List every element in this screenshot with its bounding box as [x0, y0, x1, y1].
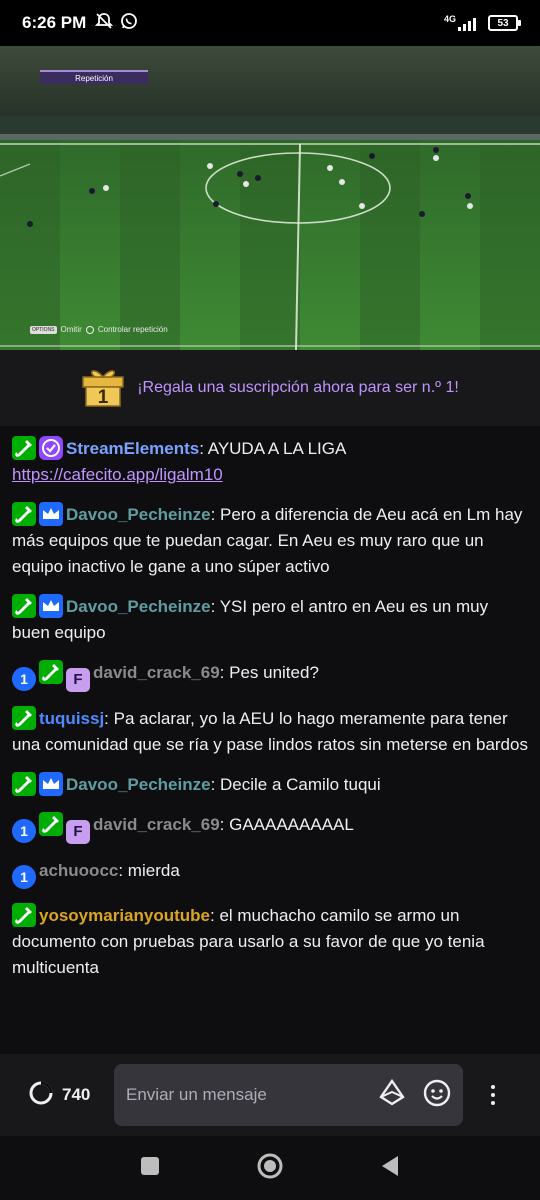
skip-label: Omitir	[60, 325, 82, 334]
options-chip: OPTIONS	[30, 325, 57, 334]
chat-list[interactable]: StreamElements: AYUDA A LA LIGA https://…	[0, 436, 540, 1054]
chat-text: : Pes united?	[219, 663, 319, 682]
chat-text: : GAAAAAAAAAL	[219, 815, 354, 834]
chat-message[interactable]: tuquissj: Pa aclarar, yo la AEU lo hago …	[12, 706, 528, 758]
crown-icon	[39, 502, 63, 526]
sub-gifter-badge-icon: 1	[12, 865, 36, 889]
gift-badge-number: 1	[98, 387, 109, 407]
sub-gifter-badge-icon: 1	[12, 819, 36, 843]
cross-button-icon	[85, 325, 94, 334]
chat-message[interactable]: Davoo_Pecheinze: Decile a Camilo tuqui	[12, 772, 528, 798]
chat-input-bar: 740	[0, 1054, 540, 1136]
mod-icon	[12, 502, 36, 526]
replay-label: Repetición	[40, 70, 148, 84]
chat-message[interactable]: 1 Fdavid_crack_69: Pes united?	[12, 660, 528, 692]
crown-icon	[39, 772, 63, 796]
video-player[interactable]: Repetición OPTIONS Omitir Controlar repe…	[0, 46, 540, 350]
mute-notifications-icon	[94, 11, 114, 36]
chat-username[interactable]: achuoocc	[39, 861, 118, 880]
whatsapp-icon	[120, 12, 138, 35]
status-bar: 6:26 PM 4G 53	[0, 0, 540, 46]
chat-message[interactable]: Davoo_Pecheinze: YSI pero el antro en Ae…	[12, 594, 528, 646]
gift-icon: 1	[81, 365, 125, 412]
chat-username[interactable]: david_crack_69	[93, 663, 220, 682]
chat-link[interactable]: https://cafecito.app/ligalm10	[12, 465, 223, 484]
signal-icon: 4G	[444, 15, 480, 31]
chat-username[interactable]: Davoo_Pecheinze	[66, 775, 211, 794]
mod-icon	[39, 660, 63, 684]
chat-text: : Decile a Camilo tuqui	[210, 775, 381, 794]
mod-icon	[12, 436, 36, 460]
chat-username[interactable]: tuquissj	[39, 709, 104, 728]
stadium-scene	[0, 46, 540, 350]
chat-username[interactable]: Davoo_Pecheinze	[66, 597, 211, 616]
gift-sub-text: ¡Regala una suscripción ahora para ser n…	[137, 379, 459, 396]
viewer-count[interactable]: 740	[28, 1080, 114, 1111]
mod-icon	[39, 812, 63, 836]
emote-icon[interactable]	[423, 1079, 451, 1112]
verified-icon	[39, 436, 63, 460]
gift-sub-banner[interactable]: 1 ¡Regala una suscripción ahora para ser…	[0, 350, 540, 426]
chat-username[interactable]: david_crack_69	[93, 815, 220, 834]
crown-icon	[39, 594, 63, 618]
chat-text: : AYUDA A LA LIGA	[199, 439, 346, 458]
battery-icon: 53	[488, 15, 521, 31]
replay-controls: OPTIONS Omitir Controlar repetición	[30, 325, 168, 334]
chat-username[interactable]: Davoo_Pecheinze	[66, 505, 211, 524]
recent-apps-button[interactable]	[140, 1156, 160, 1181]
mod-icon	[12, 772, 36, 796]
chat-username[interactable]: yosoymarianyoutube	[39, 906, 210, 925]
chat-message[interactable]: yosoymarianyoutube: el muchacho camilo s…	[12, 903, 528, 981]
chat-message[interactable]: StreamElements: AYUDA A LA LIGA https://…	[12, 436, 528, 488]
bits-icon[interactable]	[379, 1078, 405, 1112]
message-input[interactable]	[126, 1085, 356, 1105]
subscriber-badge-icon: F	[66, 668, 90, 692]
mod-icon	[12, 706, 36, 730]
status-time: 6:26 PM	[22, 13, 87, 32]
message-input-container[interactable]	[114, 1064, 463, 1126]
viewer-count-value: 740	[62, 1085, 91, 1104]
network-type: 4G	[443, 14, 456, 24]
back-button[interactable]	[380, 1155, 400, 1182]
sub-gifter-badge-icon: 1	[12, 667, 36, 691]
mod-icon	[12, 903, 36, 927]
mod-icon	[12, 594, 36, 618]
viewers-icon	[28, 1080, 54, 1111]
chat-message[interactable]: 1 achuoocc: mierda	[12, 858, 528, 889]
subscriber-badge-icon: F	[66, 820, 90, 844]
system-nav-bar	[0, 1136, 540, 1200]
chat-message[interactable]: Davoo_Pecheinze: Pero a diferencia de Ae…	[12, 502, 528, 580]
chat-message[interactable]: 1 Fdavid_crack_69: GAAAAAAAAAL	[12, 812, 528, 844]
chat-username[interactable]: StreamElements	[66, 439, 199, 458]
home-button[interactable]	[256, 1152, 284, 1185]
control-replay-label: Controlar repetición	[97, 325, 168, 334]
more-options-icon[interactable]	[483, 1085, 503, 1105]
chat-text: : mierda	[118, 861, 180, 880]
